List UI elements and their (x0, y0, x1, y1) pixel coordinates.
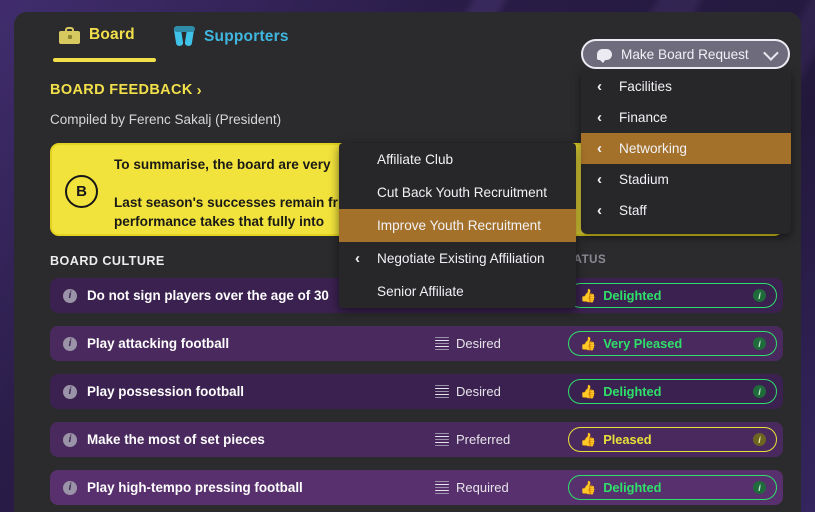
importance-bars-icon (435, 385, 449, 399)
importance-label: Required (456, 480, 509, 495)
board-panel: Board Supporters BOARD FEEDBACK › Compil… (14, 12, 801, 512)
menu-item-label: Networking (619, 141, 687, 156)
table-row[interactable]: i Play high-tempo pressing football Requ… (50, 470, 783, 505)
table-row[interactable]: i Make the most of set pieces Preferred … (50, 422, 783, 457)
menu-item-label: Staff (619, 203, 647, 218)
chevron-left-icon: ‹ (597, 202, 602, 219)
briefcase-icon (59, 26, 80, 44)
tab-supporters-label: Supporters (204, 27, 289, 45)
chevron-left-icon: ‹ (355, 250, 360, 267)
tab-supporters[interactable]: Supporters (173, 25, 289, 56)
chevron-left-icon: ‹ (597, 171, 602, 188)
networking-submenu: ‹ Affiliate Club ‹ Cut Back Youth Recrui… (339, 143, 576, 308)
importance-label: Preferred (456, 432, 511, 447)
importance-label: Desired (456, 384, 501, 399)
table-row[interactable]: i Play possession football Desired 👍 Del… (50, 374, 783, 409)
menu-item-facilities[interactable]: ‹ Facilities (581, 71, 791, 102)
info-icon[interactable]: i (63, 480, 77, 495)
submenu-item-label: Senior Affiliate (377, 284, 464, 299)
make-board-request-label: Make Board Request (621, 46, 749, 62)
submenu-item-label: Improve Youth Recruitment (377, 218, 541, 233)
menu-item-label: Stadium (619, 172, 669, 187)
board-feedback-label: BOARD FEEDBACK (50, 82, 193, 98)
submenu-item-improve-youth-recruitment[interactable]: ‹ Improve Youth Recruitment (339, 209, 576, 242)
status-badge[interactable]: 👍 Pleased i (568, 427, 777, 452)
submenu-item-label: Affiliate Club (377, 152, 454, 167)
feedback-line-1: To summarise, the board are very (114, 157, 331, 172)
importance-group: Desired (435, 384, 501, 399)
submenu-item-label: Cut Back Youth Recruitment (377, 185, 548, 200)
menu-item-label: Facilities (619, 79, 672, 94)
status-info-icon[interactable]: i (753, 481, 766, 494)
status-label: Delighted (603, 288, 662, 303)
culture-label: Do not sign players over the age of 30 (87, 288, 329, 303)
importance-bars-icon (435, 433, 449, 447)
culture-label: Play attacking football (87, 336, 230, 351)
board-badge-icon: B (65, 175, 98, 208)
scarf-icon (173, 25, 195, 47)
active-tab-underline (53, 58, 156, 62)
status-info-icon[interactable]: i (753, 433, 766, 446)
table-row[interactable]: i Play attacking football Desired 👍 Very… (50, 326, 783, 361)
status-label: Delighted (603, 384, 662, 399)
chevron-left-icon: ‹ (597, 109, 602, 126)
chevron-left-icon: ‹ (597, 140, 602, 157)
feedback-line-2: Last season's successes remain fr (114, 195, 338, 210)
compiled-by-text: Compiled by Ferenc Sakalj (President) (50, 112, 282, 127)
thumbs-up-icon: 👍 (580, 432, 597, 447)
chevron-left-icon: ‹ (597, 78, 602, 95)
importance-label: Desired (456, 336, 501, 351)
thumbs-up-icon: 👍 (580, 336, 597, 351)
board-culture-title: BOARD CULTURE (50, 254, 165, 268)
status-label: Delighted (603, 480, 662, 495)
chevron-down-icon (763, 44, 779, 61)
status-label: Pleased (603, 432, 652, 447)
thumbs-up-icon: 👍 (580, 288, 597, 303)
menu-item-stadium[interactable]: ‹ Stadium (581, 164, 791, 195)
make-board-request-button[interactable]: Make Board Request (581, 39, 790, 69)
menu-item-finance[interactable]: ‹ Finance (581, 102, 791, 133)
tab-board[interactable]: Board (59, 26, 135, 53)
board-request-menu: ‹ Facilities ‹ Finance ‹ Networking ‹ St… (581, 71, 791, 234)
importance-group: Desired (435, 336, 501, 351)
culture-label: Play high-tempo pressing football (87, 480, 303, 495)
status-badge[interactable]: 👍 Very Pleased i (568, 331, 777, 356)
tab-board-label: Board (89, 26, 135, 43)
info-icon[interactable]: i (63, 432, 77, 447)
status-label: Very Pleased (603, 336, 683, 351)
importance-bars-icon (435, 481, 449, 495)
status-badge[interactable]: 👍 Delighted i (568, 475, 777, 500)
status-info-icon[interactable]: i (753, 385, 766, 398)
importance-bars-icon (435, 337, 449, 351)
speech-bubble-icon (597, 48, 612, 63)
menu-item-networking[interactable]: ‹ Networking (581, 133, 791, 164)
importance-group: Required (435, 480, 509, 495)
feedback-line-3: performance takes that fully into (114, 214, 324, 229)
submenu-item-cut-back-youth-recruitment[interactable]: ‹ Cut Back Youth Recruitment (339, 176, 576, 209)
info-icon[interactable]: i (63, 288, 77, 303)
status-info-icon[interactable]: i (753, 337, 766, 350)
submenu-item-negotiate-existing-affiliation[interactable]: ‹ Negotiate Existing Affiliation (339, 242, 576, 275)
status-badge[interactable]: 👍 Delighted i (568, 379, 777, 404)
thumbs-up-icon: 👍 (580, 480, 597, 495)
importance-group: Preferred (435, 432, 510, 447)
submenu-item-affiliate-club[interactable]: ‹ Affiliate Club (339, 143, 576, 176)
culture-label: Make the most of set pieces (87, 432, 265, 447)
status-info-icon[interactable]: i (753, 289, 766, 302)
chevron-right-icon: › (196, 81, 203, 99)
info-icon[interactable]: i (63, 336, 77, 351)
menu-item-label: Finance (619, 110, 668, 125)
thumbs-up-icon: 👍 (580, 384, 597, 399)
culture-label: Play possession football (87, 384, 245, 399)
board-feedback-link[interactable]: BOARD FEEDBACK › (50, 82, 202, 98)
menu-item-staff[interactable]: ‹ Staff (581, 195, 791, 226)
info-icon[interactable]: i (63, 384, 77, 399)
submenu-item-label: Negotiate Existing Affiliation (377, 251, 545, 266)
submenu-item-senior-affiliate[interactable]: ‹ Senior Affiliate (339, 275, 576, 308)
status-badge[interactable]: 👍 Delighted i (568, 283, 777, 308)
